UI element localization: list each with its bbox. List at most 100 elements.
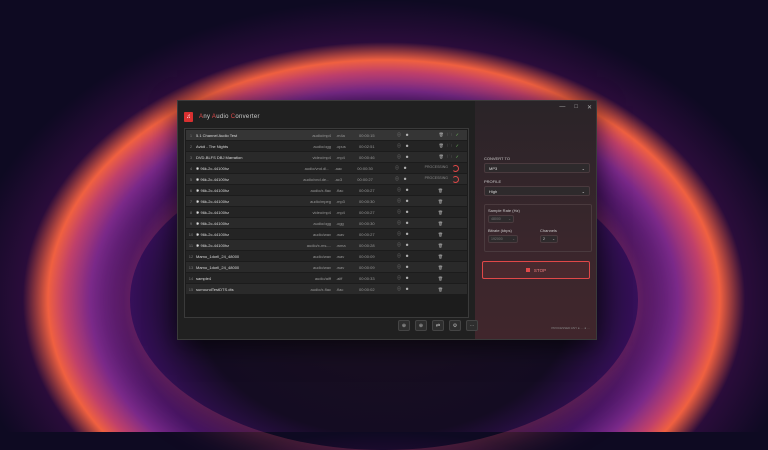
sample-rate-select[interactable]: 48000 ⌄ (488, 215, 514, 223)
folder-icon[interactable]: 🗀 (448, 154, 452, 161)
file-duration: 00:00:02 (359, 286, 375, 292)
file-row[interactable]: 9 ✱ 96k-2c-44100hz audio/ogg .ogg 00:00:30 ⓘ ☻… (186, 218, 467, 228)
more-button[interactable]: ⋯ (466, 320, 478, 331)
link-button[interactable]: ⇄ (432, 320, 444, 331)
file-duration: 00:00:27 (357, 176, 373, 182)
user-icon[interactable]: ☻ (405, 198, 409, 204)
file-row[interactable]: 14 sample4 audio/aiff .aiff 00:00:33 ⓘ ☻ 🗑 (186, 273, 467, 283)
trash-icon[interactable]: 🗑 (438, 221, 443, 226)
file-row[interactable]: 11 ✱ 96k-2c-44100hz audio/x-ms-... .wma 00:0… (186, 240, 467, 250)
info-icon[interactable]: ⓘ (397, 143, 401, 149)
file-row[interactable]: 3 DVD-BLFS DBJ Marration video/mp4 .mp4 00:0… (186, 152, 467, 162)
trash-icon[interactable]: 🗑 (438, 232, 443, 237)
convert-to-select[interactable]: MP3 ⌄ (484, 163, 590, 173)
file-mime: audio/wav (312, 253, 331, 259)
sample-rate-value: 48000 (491, 217, 501, 221)
user-icon[interactable]: ☻ (405, 264, 409, 270)
row-number: 12 (188, 253, 194, 259)
trash-icon[interactable]: 🗑 (438, 287, 443, 292)
add-folder-button[interactable]: ⊕ (415, 320, 427, 331)
file-duration: 00:02:51 (359, 143, 375, 149)
user-icon[interactable]: ☻ (405, 253, 409, 259)
user-icon[interactable]: ☻ (405, 286, 409, 292)
user-icon[interactable]: ☻ (405, 275, 409, 281)
file-ext: .mp3 (336, 198, 345, 204)
info-icon[interactable]: ⓘ (395, 165, 399, 171)
file-name: Mamo_1dorll_24_48000 (196, 253, 240, 259)
file-row[interactable]: 12 Mamo_1dorll_24_48000 audio/wav .wav 00:00… (186, 251, 467, 261)
channels-value: 2 (543, 237, 545, 241)
info-icon[interactable]: ⓘ (395, 176, 399, 182)
settings-button[interactable]: ⚙ (449, 320, 461, 331)
folder-icon[interactable]: 🗀 (448, 143, 452, 150)
info-icon[interactable]: ⓘ (397, 253, 401, 259)
folder-icon[interactable]: 🗀 (448, 132, 452, 139)
file-row[interactable]: 2 Avicii - The Nights audio/ogg .opus 00:02:… (186, 141, 467, 151)
trash-icon[interactable]: 🗑 (439, 143, 444, 150)
check-icon: ✓ (455, 153, 459, 159)
file-name: ✱ 96k-2c-44100hz (196, 198, 230, 204)
trash-icon[interactable]: 🗑 (438, 265, 443, 270)
info-icon[interactable]: ⓘ (397, 264, 401, 270)
file-ext: .wma (336, 242, 346, 248)
advanced-settings: Sample Rate (Hz) 48000 ⌄ Bitrate (kbps) 1… (484, 204, 592, 252)
bitrate-label: Bitrate (kbps) (488, 228, 512, 233)
file-row[interactable]: 4 ✱ 96k-2c-44100hz audio/vnd.dl... .aac 00:0… (186, 163, 467, 173)
row-number: 2 (189, 143, 193, 149)
info-icon[interactable]: ⓘ (397, 286, 401, 292)
info-icon[interactable]: ⓘ (397, 154, 401, 160)
add-file-button[interactable]: ⊕ (398, 320, 410, 331)
file-mime: audio/vnd.dl... (304, 165, 330, 171)
trash-icon[interactable]: 🗑 (439, 154, 444, 161)
row-number: 7 (189, 198, 193, 204)
file-mime: audio/aiff (314, 275, 331, 281)
profile-select[interactable]: High ⌄ (484, 186, 590, 196)
trash-icon[interactable]: 🗑 (438, 243, 443, 248)
file-row[interactable]: 7 ✱ 96k-2c-44100hz audio/mpeg .mp3 00:00:30 ⓘ… (186, 196, 467, 206)
file-row[interactable]: 1 5.1 Channel Audio Test audio/mp4 .m4a 00:0… (186, 130, 467, 140)
user-icon[interactable]: ☻ (405, 231, 409, 237)
info-icon[interactable]: ⓘ (397, 242, 401, 248)
info-icon[interactable]: ⓘ (397, 275, 401, 281)
file-row[interactable]: 6 ✱ 96k-2c-44100hz audio/x-flac .flac 00:00:… (186, 185, 467, 195)
minimize-button[interactable]: — (559, 104, 565, 111)
file-duration: 00:00:27 (359, 231, 375, 237)
user-icon[interactable]: ☻ (405, 132, 409, 138)
file-ext: .wav (336, 264, 345, 270)
info-icon[interactable]: ⓘ (397, 198, 401, 204)
user-icon[interactable]: ☻ (405, 242, 409, 248)
bitrate-select[interactable]: 192000 ⌄ (488, 235, 518, 243)
trash-icon[interactable]: 🗑 (438, 188, 443, 193)
stop-button[interactable]: STOP (482, 261, 590, 279)
trash-icon[interactable]: 🗑 (438, 199, 443, 204)
channels-select[interactable]: 2 ⌄ (540, 235, 558, 243)
app-logo-icon: ♫ (184, 112, 193, 122)
close-button[interactable]: ✕ (587, 104, 592, 111)
user-icon[interactable]: ☻ (405, 143, 409, 149)
info-icon[interactable]: ⓘ (397, 220, 401, 226)
file-ext: .ac3 (334, 176, 343, 182)
user-icon[interactable]: ☻ (405, 209, 409, 215)
user-icon[interactable]: ☻ (405, 220, 409, 226)
user-icon[interactable]: ☻ (405, 187, 409, 193)
file-row[interactable]: 15 surroundTestDTS.dts audio/x-flac .flac 00… (186, 284, 467, 294)
trash-icon[interactable]: 🗑 (438, 210, 443, 215)
info-icon[interactable]: ⓘ (397, 187, 401, 193)
file-row[interactable]: 13 Mamo_1dorll_24_48000 audio/wav .wav 00:00… (186, 262, 467, 272)
user-icon[interactable]: ☻ (403, 176, 407, 182)
user-icon[interactable]: ☻ (403, 165, 407, 171)
trash-icon[interactable]: 🗑 (438, 276, 443, 281)
info-icon[interactable]: ⓘ (397, 209, 401, 215)
info-icon[interactable]: ⓘ (397, 132, 401, 138)
status-footer: PROCESSED ANY ● ··· ● ··· (551, 326, 590, 330)
info-icon[interactable]: ⓘ (397, 231, 401, 237)
file-row[interactable]: 10 ✱ 96k-2c-44100hz audio/wav .wav 00:00:27 ⓘ… (186, 229, 467, 239)
maximize-button[interactable]: □ (574, 104, 578, 111)
file-row[interactable]: 8 ✱ 96k-2c-44100hz video/mp4 .mp4 00:00:27 ⓘ ☻… (186, 207, 467, 217)
user-icon[interactable]: ☻ (405, 154, 409, 160)
file-name: sample4 (196, 275, 212, 281)
trash-icon[interactable]: 🗑 (439, 132, 444, 139)
file-row[interactable]: 5 ✱ 96k-2c-44100hz audio/vnd.de... .ac3 00:0… (186, 174, 467, 184)
trash-icon[interactable]: 🗑 (438, 254, 443, 259)
file-name: ✱ 96k-2c-44100hz (196, 220, 230, 226)
